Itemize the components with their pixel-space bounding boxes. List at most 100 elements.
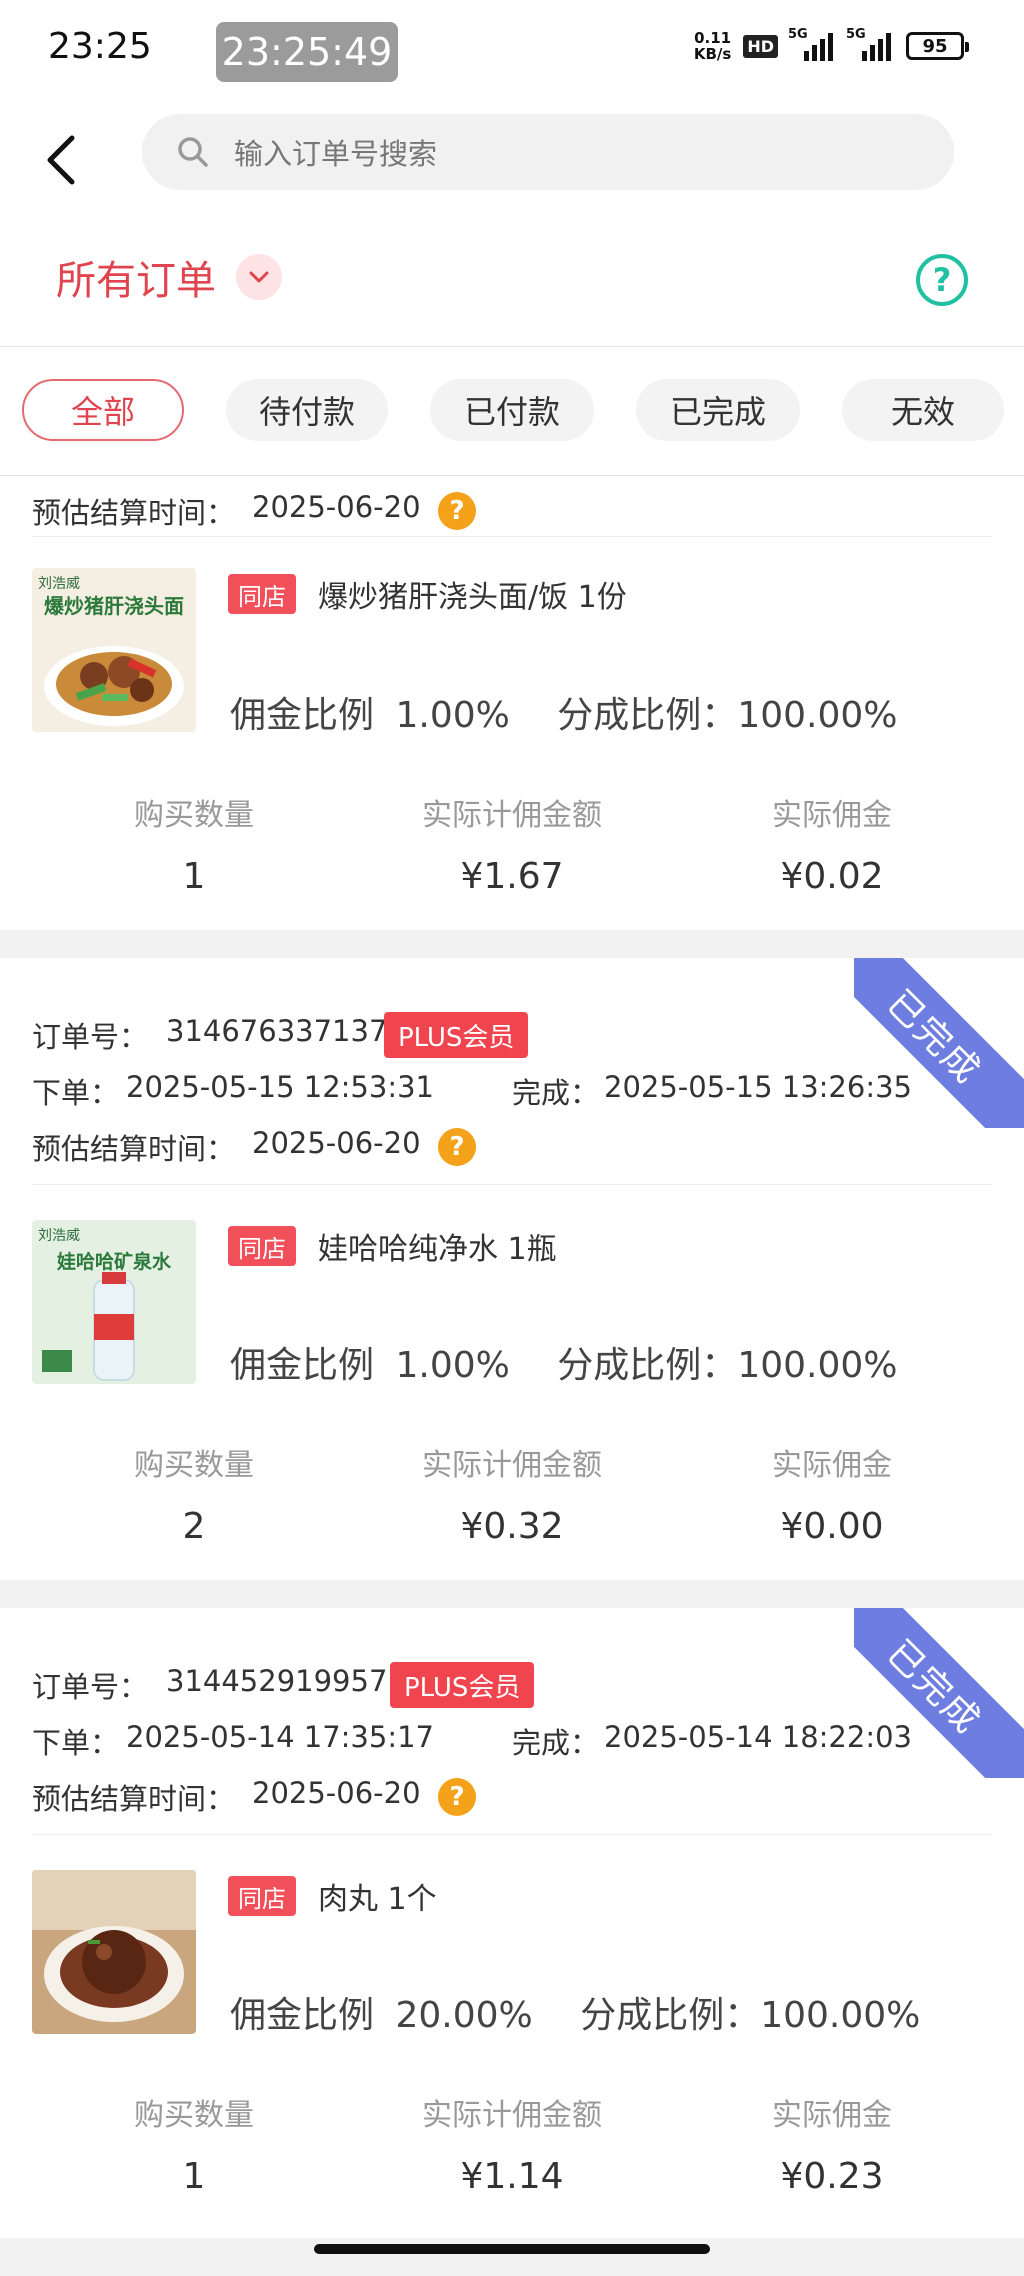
commission-rate-label: 佣金比例 (230, 1345, 375, 1386)
commission-label: 实际佣金 (772, 798, 892, 833)
status-time: 23:25 (48, 26, 152, 67)
commission-rates: 佣金比例 1.00% 分成比例：100.00% (230, 1336, 897, 1388)
svg-text:刘浩威: 刘浩威 (38, 1228, 80, 1244)
order-card[interactable]: 预估结算时间： 2025-06-20 ? 刘浩威 爆炒猪肝浇头面 同店 爆炒猪肝… (0, 476, 1024, 930)
share-rate-label: 分成比例： (580, 1995, 761, 2036)
product-name: 娃哈哈纯净水 1瓶 (318, 1232, 557, 1267)
svg-text:娃哈哈矿泉水: 娃哈哈矿泉水 (56, 1250, 172, 1273)
commission-label: 实际佣金 (772, 2098, 892, 2133)
search-bar[interactable]: 输入订单号搜索 (142, 114, 954, 190)
question-icon[interactable]: ? (438, 1778, 476, 1816)
clock-overlay: 23:25:49 (216, 22, 398, 82)
share-rate-value: 100.00% (737, 1345, 898, 1386)
net-speed: 0.11 KB/s (694, 30, 731, 62)
tab-paid[interactable]: 已付款 (430, 379, 594, 441)
tab-invalid[interactable]: 无效 (842, 379, 1004, 441)
settle-label: 预估结算时间： (32, 1782, 236, 1816)
commission-rate-label: 佣金比例 (230, 695, 375, 736)
base-amount-label: 实际计佣金额 (422, 2098, 602, 2133)
share-rate-value: 100.00% (737, 695, 898, 736)
question-icon[interactable]: ? (438, 1128, 476, 1166)
status-bar: 23:25 23:25:49 0.11 KB/s HD 5G 5G 95 (0, 0, 1024, 100)
commission-rates: 佣金比例 20.00% 分成比例：100.00% (230, 1986, 920, 2038)
product-name: 肉丸 1个 (318, 1882, 437, 1917)
commission-rate-value: 1.00% (395, 1345, 510, 1386)
signal-label: 5G (846, 27, 866, 42)
base-amount-label: 实际计佣金额 (422, 798, 602, 833)
signal-label: 5G (788, 27, 808, 42)
qty-label: 购买数量 (134, 2098, 254, 2133)
commission-label: 实际佣金 (772, 1448, 892, 1483)
completed-label: 完成： (512, 1076, 600, 1110)
search-icon (176, 135, 210, 169)
plus-member-badge: PLUS会员 (390, 1662, 535, 1708)
tab-all[interactable]: 全部 (22, 379, 184, 441)
placed-time: 2025-05-15 12:53:31 (126, 1070, 434, 1104)
home-indicator[interactable] (314, 2244, 710, 2254)
completed-time: 2025-05-15 13:26:35 (604, 1070, 912, 1104)
plus-member-badge: PLUS会员 (384, 1012, 529, 1058)
commission-rates: 佣金比例 1.00% 分成比例：100.00% (230, 686, 897, 738)
order-card[interactable]: 已完成 订单号： 314452919957 PLUS会员 下单： 2025-05… (0, 1608, 1024, 2238)
product-image[interactable]: 刘浩威 爆炒猪肝浇头面 (32, 568, 196, 732)
page-title: 所有订单 (56, 258, 216, 304)
divider (32, 536, 992, 537)
commission-rate-value: 1.00% (395, 695, 510, 736)
product-name: 爆炒猪肝浇头面/饭 1份 (318, 580, 627, 615)
hd-icon: HD (743, 34, 778, 58)
settle-date: 2025-06-20 (252, 1776, 421, 1810)
help-icon[interactable]: ? (916, 254, 968, 306)
qty-value: 1 (182, 2156, 206, 2197)
tab-pending-payment[interactable]: 待付款 (226, 379, 388, 441)
net-speed-unit: KB/s (693, 45, 732, 63)
product-image[interactable]: 刘浩威 娃哈哈矿泉水 (32, 1220, 196, 1384)
placed-time: 2025-05-14 17:35:17 (126, 1720, 434, 1754)
order-no: 314676337137 (166, 1014, 388, 1048)
settle-date: 2025-06-20 (252, 490, 421, 524)
share-rate-label: 分成比例： (557, 695, 738, 736)
commission-rate-label: 佣金比例 (230, 1995, 375, 2036)
settle-date: 2025-06-20 (252, 1126, 421, 1160)
battery-icon: 95 (906, 32, 969, 60)
commission-value: ¥0.02 (780, 856, 884, 897)
order-no: 314452919957 (166, 1664, 388, 1698)
base-amount-value: ¥1.14 (460, 2156, 564, 2197)
search-input[interactable]: 输入订单号搜索 (234, 131, 437, 173)
commission-rate-value: 20.00% (395, 1995, 533, 2036)
qty-label: 购买数量 (134, 798, 254, 833)
back-button[interactable] (42, 130, 82, 190)
signal-icon: 5G (846, 27, 894, 61)
status-icons: 0.11 KB/s HD 5G 5G 95 (694, 27, 969, 62)
tab-completed[interactable]: 已完成 (636, 379, 800, 441)
order-no-label: 订单号： (32, 1020, 149, 1054)
net-speed-value: 0.11 (694, 29, 732, 47)
share-rate-value: 100.00% (760, 1995, 921, 2036)
qty-value: 2 (182, 1506, 206, 1547)
product-image[interactable] (32, 1870, 196, 2034)
svg-text:爆炒猪肝浇头面: 爆炒猪肝浇头面 (44, 594, 184, 618)
completed-time: 2025-05-14 18:22:03 (604, 1720, 912, 1754)
share-rate-label: 分成比例： (557, 1345, 738, 1386)
divider (32, 1834, 992, 1835)
placed-label: 下单： (32, 1726, 120, 1760)
settle-label: 预估结算时间： (32, 496, 236, 530)
same-store-tag: 同店 (228, 574, 296, 614)
order-card[interactable]: 已完成 订单号： 314676337137 PLUS会员 下单： 2025-05… (0, 958, 1024, 1580)
base-amount-value: ¥1.67 (460, 856, 564, 897)
settle-label: 预估结算时间： (32, 1132, 236, 1166)
header: 输入订单号搜索 所有订单 ? (0, 100, 1024, 346)
status-tabs: 全部 待付款 已付款 已完成 无效 (0, 347, 1024, 475)
question-icon[interactable]: ? (438, 492, 476, 530)
divider (32, 1184, 992, 1185)
signal-icon: 5G (788, 27, 836, 61)
commission-value: ¥0.23 (780, 2156, 884, 2197)
back-arrow-icon (47, 135, 75, 185)
placed-label: 下单： (32, 1076, 120, 1110)
order-filter-dropdown[interactable]: 所有订单 (56, 248, 282, 306)
order-no-label: 订单号： (32, 1670, 149, 1704)
same-store-tag: 同店 (228, 1876, 296, 1916)
qty-value: 1 (182, 856, 206, 897)
completed-label: 完成： (512, 1726, 600, 1760)
base-amount-value: ¥0.32 (460, 1506, 564, 1547)
base-amount-label: 实际计佣金额 (422, 1448, 602, 1483)
